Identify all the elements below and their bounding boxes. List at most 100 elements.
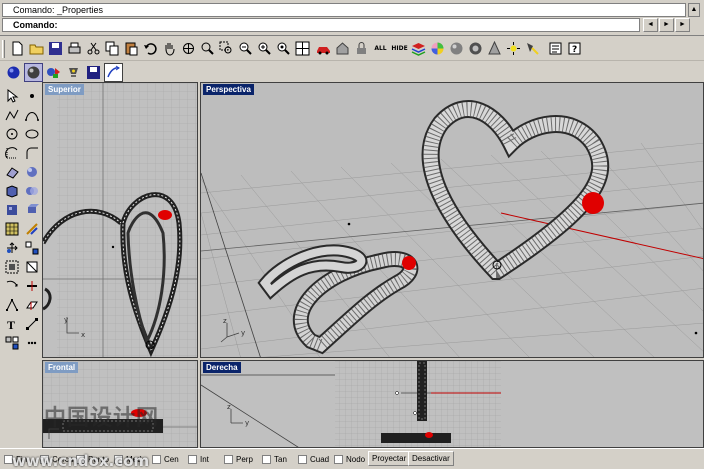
point-icon[interactable]: [22, 86, 41, 105]
split-icon[interactable]: [22, 276, 41, 295]
snap-checkbox[interactable]: [40, 454, 49, 464]
show-all-button[interactable]: ALL: [371, 39, 390, 58]
car-icon[interactable]: [314, 39, 333, 58]
snap-checkbox[interactable]: [298, 454, 307, 464]
viewport-front[interactable]: Frontal: [42, 360, 198, 448]
command-scroll-end-button[interactable]: ►: [675, 18, 690, 32]
viewport-perspective-title[interactable]: Perspectiva: [203, 84, 254, 95]
solid-icon[interactable]: [2, 200, 21, 219]
spotlight-icon[interactable]: [523, 39, 542, 58]
grid-snap-icon[interactable]: [2, 333, 21, 352]
cut-icon[interactable]: [84, 39, 103, 58]
snap-checkbox[interactable]: [4, 454, 13, 464]
viewport-right-title[interactable]: Derecha: [203, 362, 241, 373]
copy-icon[interactable]: [103, 39, 122, 58]
pan-icon[interactable]: [160, 39, 179, 58]
open-icon[interactable]: [27, 39, 46, 58]
lock-view-icon[interactable]: [352, 39, 371, 58]
snap-checkbox[interactable]: [188, 454, 197, 464]
sphere-grey-icon[interactable]: [447, 39, 466, 58]
snap-end[interactable]: Fin: [4, 452, 27, 466]
snap-knot[interactable]: Nodo: [334, 452, 365, 466]
surface-icon[interactable]: [2, 162, 21, 181]
cone-icon[interactable]: [485, 39, 504, 58]
sphere-tool-icon[interactable]: [22, 162, 41, 181]
mesh-icon[interactable]: [2, 219, 21, 238]
house-icon[interactable]: [333, 39, 352, 58]
zoom-selected-icon[interactable]: [255, 39, 274, 58]
transform-icon[interactable]: [2, 238, 21, 257]
curve-icon[interactable]: [104, 63, 123, 82]
layers-icon[interactable]: [409, 39, 428, 58]
snap-near[interactable]: Cerca: [40, 452, 73, 466]
snap-perp[interactable]: Perp: [224, 452, 253, 466]
project-button[interactable]: Proyectar: [368, 451, 411, 466]
polyline-icon[interactable]: [2, 105, 21, 124]
light-icon[interactable]: [504, 39, 523, 58]
zoom-all-icon[interactable]: [274, 39, 293, 58]
viewport-top-title[interactable]: Superior: [45, 84, 84, 95]
snap-checkbox[interactable]: [262, 454, 271, 464]
box-icon[interactable]: [2, 181, 21, 200]
zoom-window-icon[interactable]: [217, 39, 236, 58]
analyze-icon[interactable]: [22, 219, 41, 238]
lamp-icon[interactable]: [64, 63, 83, 82]
hide-button[interactable]: HIDE: [390, 39, 409, 58]
snap-checkbox[interactable]: [114, 454, 123, 464]
print-icon[interactable]: [65, 39, 84, 58]
sphere-render-icon[interactable]: [466, 39, 485, 58]
text-icon[interactable]: T: [2, 314, 21, 333]
boolean-icon[interactable]: [22, 181, 41, 200]
group-icon[interactable]: [2, 257, 21, 276]
snap-int[interactable]: Int: [188, 452, 209, 466]
extrude-icon[interactable]: [22, 200, 41, 219]
command-input[interactable]: Comando:: [2, 18, 640, 32]
block-icon[interactable]: [22, 257, 41, 276]
snap-mid[interactable]: Med: [114, 452, 142, 466]
viewport-perspective[interactable]: z y Perspectiva: [200, 82, 704, 358]
more-tools-icon[interactable]: [22, 333, 41, 352]
options-icon[interactable]: [546, 39, 565, 58]
help-icon[interactable]: ?: [565, 39, 584, 58]
rotate-view-icon[interactable]: [179, 39, 198, 58]
color-wheel-icon[interactable]: [428, 39, 447, 58]
snap-checkbox[interactable]: [76, 454, 85, 464]
viewport-top[interactable]: y x Superior: [42, 82, 198, 358]
snap-tan[interactable]: Tan: [262, 452, 287, 466]
select-arrow-icon[interactable]: [2, 86, 21, 105]
circle-icon[interactable]: [2, 124, 21, 143]
curve-tool-icon[interactable]: [22, 105, 41, 124]
snap-center[interactable]: Cen: [152, 452, 179, 466]
snap-checkbox[interactable]: [334, 454, 343, 464]
snap-quad[interactable]: Cuad: [298, 452, 329, 466]
snap-checkbox[interactable]: [224, 454, 233, 464]
4-viewports-icon[interactable]: [293, 39, 312, 58]
paste-icon[interactable]: [122, 39, 141, 58]
point-edit-icon[interactable]: [2, 295, 21, 314]
save-render-icon[interactable]: [84, 63, 103, 82]
command-scroll-left-button[interactable]: ◄: [643, 18, 658, 32]
ellipse-icon[interactable]: [22, 124, 41, 143]
snap-point[interactable]: Punto: [76, 452, 109, 466]
command-scroll-right-button[interactable]: ►: [659, 18, 674, 32]
viewport-right[interactable]: z y Derecha: [200, 360, 704, 448]
arc-icon[interactable]: [2, 143, 21, 162]
viewport-front-title[interactable]: Frontal: [45, 362, 79, 373]
dimension-icon[interactable]: [2, 276, 21, 295]
render-blue-icon[interactable]: [4, 63, 23, 82]
undo-icon[interactable]: [141, 39, 160, 58]
render-preview-icon[interactable]: [24, 63, 43, 82]
save-icon[interactable]: [46, 39, 65, 58]
disable-button[interactable]: Desactivar: [408, 451, 454, 466]
array-icon[interactable]: [22, 238, 41, 257]
snap-checkbox[interactable]: [152, 454, 161, 464]
zoom-extents-icon[interactable]: [236, 39, 255, 58]
render-scene-icon[interactable]: [44, 63, 63, 82]
cplane-icon[interactable]: [22, 295, 41, 314]
command-scroll-button[interactable]: ▲: [688, 3, 700, 17]
new-icon[interactable]: [8, 39, 27, 58]
toolbar-grip[interactable]: [2, 40, 5, 58]
scale-icon[interactable]: [22, 314, 41, 333]
zoom-icon[interactable]: [198, 39, 217, 58]
fillet-icon[interactable]: [22, 143, 41, 162]
